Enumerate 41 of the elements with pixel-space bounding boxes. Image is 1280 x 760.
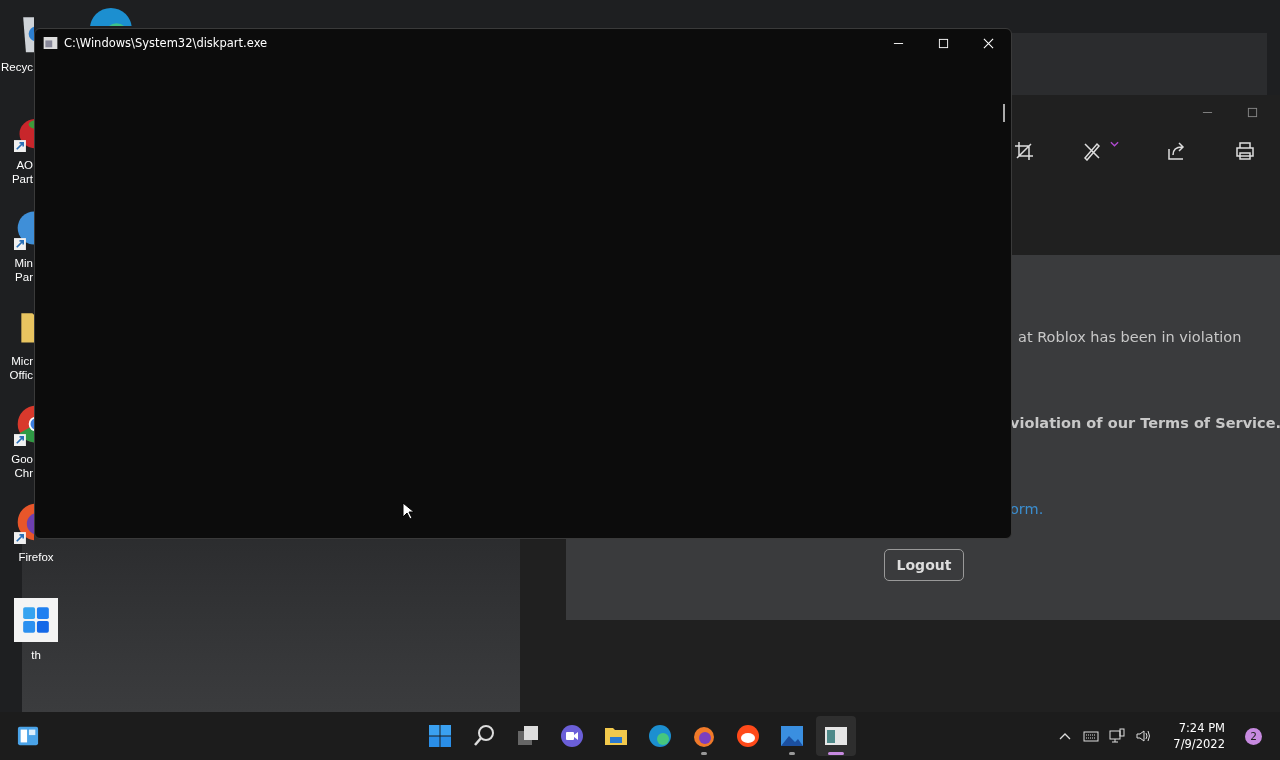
windows-logo-icon[interactable]: [14, 598, 58, 642]
volume-icon[interactable]: [1135, 728, 1152, 744]
network-icon[interactable]: [1109, 728, 1126, 744]
close-icon[interactable]: [983, 37, 994, 49]
clock-time[interactable]: 7:24 PM: [1178, 720, 1225, 736]
desktop-icon-label: Par: [15, 270, 33, 284]
print-icon[interactable]: [1235, 141, 1255, 161]
browser-icon: [648, 724, 672, 748]
desktop-icon-label: Goo: [11, 452, 33, 466]
caret-icon[interactable]: [1110, 141, 1119, 147]
desktop-icon-label: Min: [14, 256, 33, 270]
edit-icon[interactable]: [1082, 141, 1102, 161]
widgets-icon[interactable]: [16, 725, 40, 747]
scrollbar-thumb[interactable]: [1003, 104, 1005, 122]
desktop-icon-label: Firefox: [18, 550, 54, 564]
mouse-pointer-icon: [402, 502, 414, 520]
video-chat-icon: [560, 724, 584, 748]
clock-date[interactable]: 7/9/2022: [1173, 736, 1225, 752]
search-icon: [472, 724, 496, 748]
browser-icon: [692, 724, 716, 748]
desktop-icon-label: Part: [11, 172, 33, 186]
taskbar-console-button[interactable]: [816, 716, 856, 756]
stacked-windows-icon: [516, 724, 540, 748]
desktop-icon-label: Offic: [9, 368, 33, 382]
message-text: violation of our Terms of Service.: [1010, 415, 1280, 431]
desktop-icon-label: Micr: [11, 354, 33, 368]
console-app-icon: [43, 37, 58, 49]
crop-icon[interactable]: [1014, 141, 1034, 161]
logout-button[interactable]: Logout: [884, 549, 964, 581]
desktop-icon-label: Chr: [14, 466, 33, 480]
keyboard-icon[interactable]: [1083, 728, 1100, 744]
console-window-icon: [824, 724, 848, 748]
message-text: at Roblox has been in violation: [1018, 329, 1242, 345]
windows-logo-icon: [428, 724, 452, 748]
share-icon[interactable]: [1167, 141, 1187, 161]
notification-badge[interactable]: 2: [1245, 727, 1262, 745]
desktop-icon-label: AO: [16, 158, 33, 172]
desktop-icon-label: Recyc: [1, 60, 33, 74]
window-title: C:\Windows\System32\diskpart.exe: [64, 36, 269, 50]
photo-icon: [780, 724, 804, 748]
desktop-icon-label: th: [31, 648, 41, 662]
